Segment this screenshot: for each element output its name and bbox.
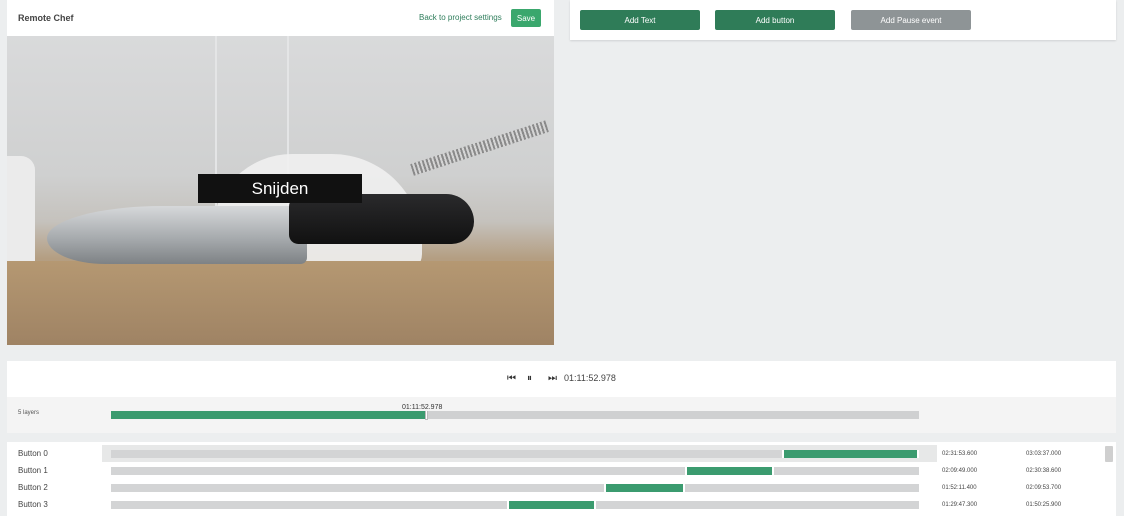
editor-panel: Remote Chef Back to project settings Sav… <box>7 0 554 345</box>
layers-bar: 5 layers 01:11:52.978 <box>7 397 1116 433</box>
project-title: Remote Chef <box>18 13 74 23</box>
layer-track[interactable] <box>111 467 919 475</box>
layer-track[interactable] <box>111 501 919 509</box>
layer-row-label: Button 3 <box>18 500 48 509</box>
editor-header: Remote Chef Back to project settings Sav… <box>7 0 554 36</box>
layer-start-time: 01:52:11.400 <box>942 485 977 491</box>
master-timeline[interactable]: 01:11:52.978 <box>111 404 919 420</box>
layer-end-time: 02:09:53.700 <box>1026 485 1062 491</box>
layer-row-label: Button 2 <box>18 483 48 492</box>
layer-segment[interactable] <box>604 484 685 492</box>
layer-start-time: 02:31:53.600 <box>942 451 978 457</box>
add-text-button[interactable]: Add Text <box>580 10 700 30</box>
video-preview[interactable]: Snijden <box>7 36 554 345</box>
layer-row-label: Button 0 <box>18 449 48 458</box>
pause-icon[interactable]: ⏸ <box>527 373 532 384</box>
layer-end-time: 03:03:37.000 <box>1026 451 1062 457</box>
layer-track[interactable] <box>111 450 919 458</box>
current-time: 01:11:52.978 <box>564 373 616 383</box>
layer-end-time: 01:50:25.900 <box>1026 502 1062 508</box>
add-button-button[interactable]: Add button <box>715 10 835 30</box>
add-pause-event-button[interactable]: Add Pause event <box>851 10 971 30</box>
layer-row[interactable]: Button 0 02:31:53.600 03:03:37.000 <box>7 445 1116 462</box>
master-progress <box>111 411 426 419</box>
layer-segment[interactable] <box>685 467 774 475</box>
layer-row[interactable]: Button 1 02:09:49.000 02:30:38.600 <box>7 462 1116 479</box>
layer-start-time: 02:09:49.000 <box>942 468 978 474</box>
layer-track[interactable] <box>111 484 919 492</box>
cutting-board <box>7 261 554 345</box>
layer-row[interactable]: Button 3 01:29:47.300 01:50:25.900 <box>7 496 1116 513</box>
layer-row-label: Button 1 <box>18 466 48 475</box>
playback-bar: ⏮ ⏸ ⏭ 01:11:52.978 <box>7 361 1116 397</box>
layer-rows: Button 0 02:31:53.600 03:03:37.000 Button 1… <box>7 442 1116 516</box>
playhead-time: 01:11:52.978 <box>398 404 447 411</box>
layer-row[interactable]: Button 2 01:52:11.400 02:09:53.700 <box>7 479 1116 496</box>
text-overlay[interactable]: Snijden <box>198 174 362 203</box>
layer-segment[interactable] <box>507 501 596 509</box>
layer-end-time: 02:30:38.600 <box>1026 468 1062 474</box>
skip-back-icon[interactable]: ⏮ <box>507 373 516 384</box>
layers-count: 5 layers <box>18 410 40 416</box>
back-to-settings-link[interactable]: Back to project settings <box>419 13 502 22</box>
spring <box>410 120 549 176</box>
actions-panel: Add Text Add button Add Pause event <box>570 0 1116 40</box>
save-button[interactable]: Save <box>511 9 541 27</box>
skip-forward-icon[interactable]: ⏭ <box>548 373 557 384</box>
layer-start-time: 01:29:47.300 <box>942 502 978 508</box>
layer-segment[interactable] <box>782 450 919 458</box>
knife-blade <box>47 206 307 264</box>
playhead-handle[interactable] <box>425 410 428 420</box>
